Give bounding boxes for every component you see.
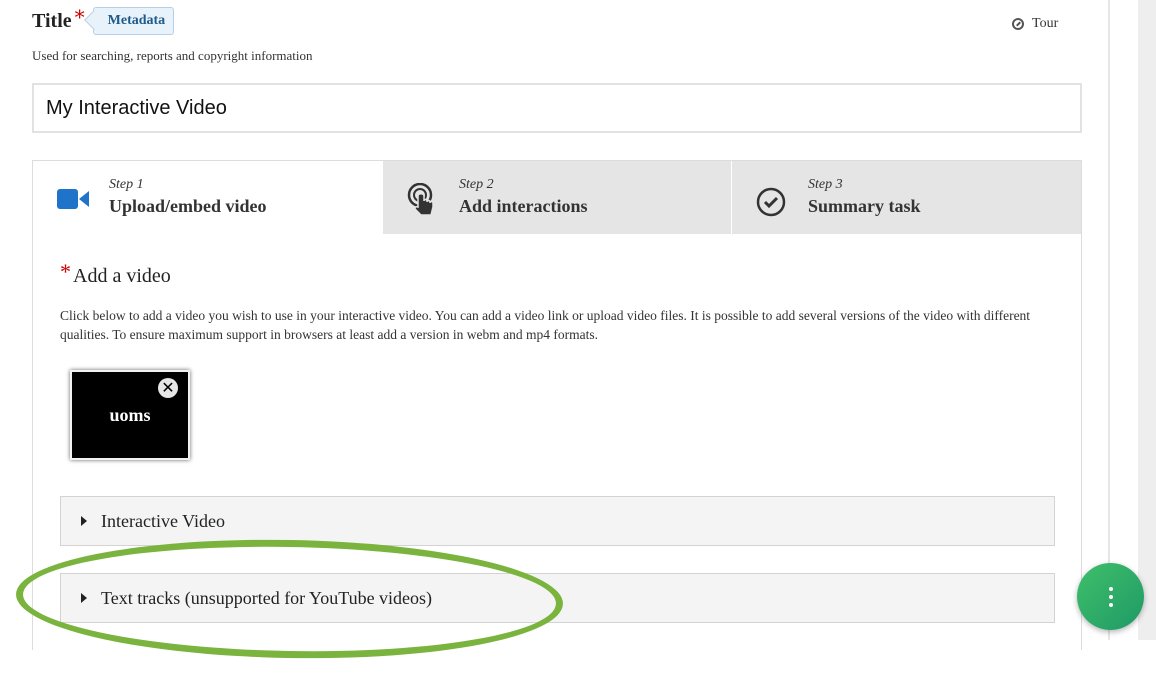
tour-label: Tour <box>1032 16 1059 31</box>
title-field-label: Title <box>32 9 72 32</box>
add-video-help-text: Click below to add a video you wish to u… <box>60 308 1031 342</box>
title-field-header: Title * Metadata <box>32 5 175 36</box>
check-circle-icon <box>756 187 786 217</box>
title-field-description: Used for searching, reports and copyrigh… <box>32 48 313 63</box>
tab-step-number: Step 2 <box>459 177 494 192</box>
metadata-button[interactable]: Metadata <box>92 7 175 35</box>
tab-step-label: Upload/embed video <box>109 196 267 216</box>
editor-page: Title * Metadata Tour Used for searching… <box>0 0 1108 663</box>
add-video-heading: * Add a video <box>60 259 171 288</box>
section-interactive-video[interactable]: Interactive Video <box>60 496 1055 546</box>
page-edge <box>1108 0 1110 640</box>
scrollbar[interactable] <box>1138 0 1156 640</box>
section-label: Interactive Video <box>101 510 226 531</box>
step-tabs: Step 1 Upload/embed video Step 2 Add int… <box>33 161 1081 234</box>
tab-step-number: Step 3 <box>808 177 843 192</box>
video-thumbnail[interactable]: uoms ✕ <box>70 370 190 460</box>
compass-icon <box>1012 18 1024 30</box>
tap-pointer-icon <box>407 183 434 216</box>
close-icon: ✕ <box>161 378 175 397</box>
tab-step-label: Add interactions <box>459 196 588 216</box>
caret-right-icon <box>81 516 87 526</box>
tab-step-number: Step 1 <box>109 177 144 192</box>
tab-upload-embed-video[interactable]: Step 1 Upload/embed video <box>33 161 382 234</box>
tab-step-label: Summary task <box>808 196 921 216</box>
vertical-dots-icon <box>1108 586 1113 607</box>
tour-link[interactable]: Tour <box>1012 16 1058 32</box>
title-input[interactable]: My Interactive Video <box>32 83 1082 133</box>
video-camera-icon <box>57 189 89 209</box>
tab-add-interactions[interactable]: Step 2 Add interactions <box>382 161 731 234</box>
required-marker: * <box>74 5 85 29</box>
video-thumbnail-label: uoms <box>109 404 151 425</box>
remove-video-button[interactable]: ✕ <box>158 378 178 398</box>
more-options-button[interactable] <box>1077 563 1144 630</box>
required-marker: * <box>60 259 71 284</box>
tab-summary-task[interactable]: Step 3 Summary task <box>731 161 1081 234</box>
add-video-label: Add a video <box>73 265 171 287</box>
